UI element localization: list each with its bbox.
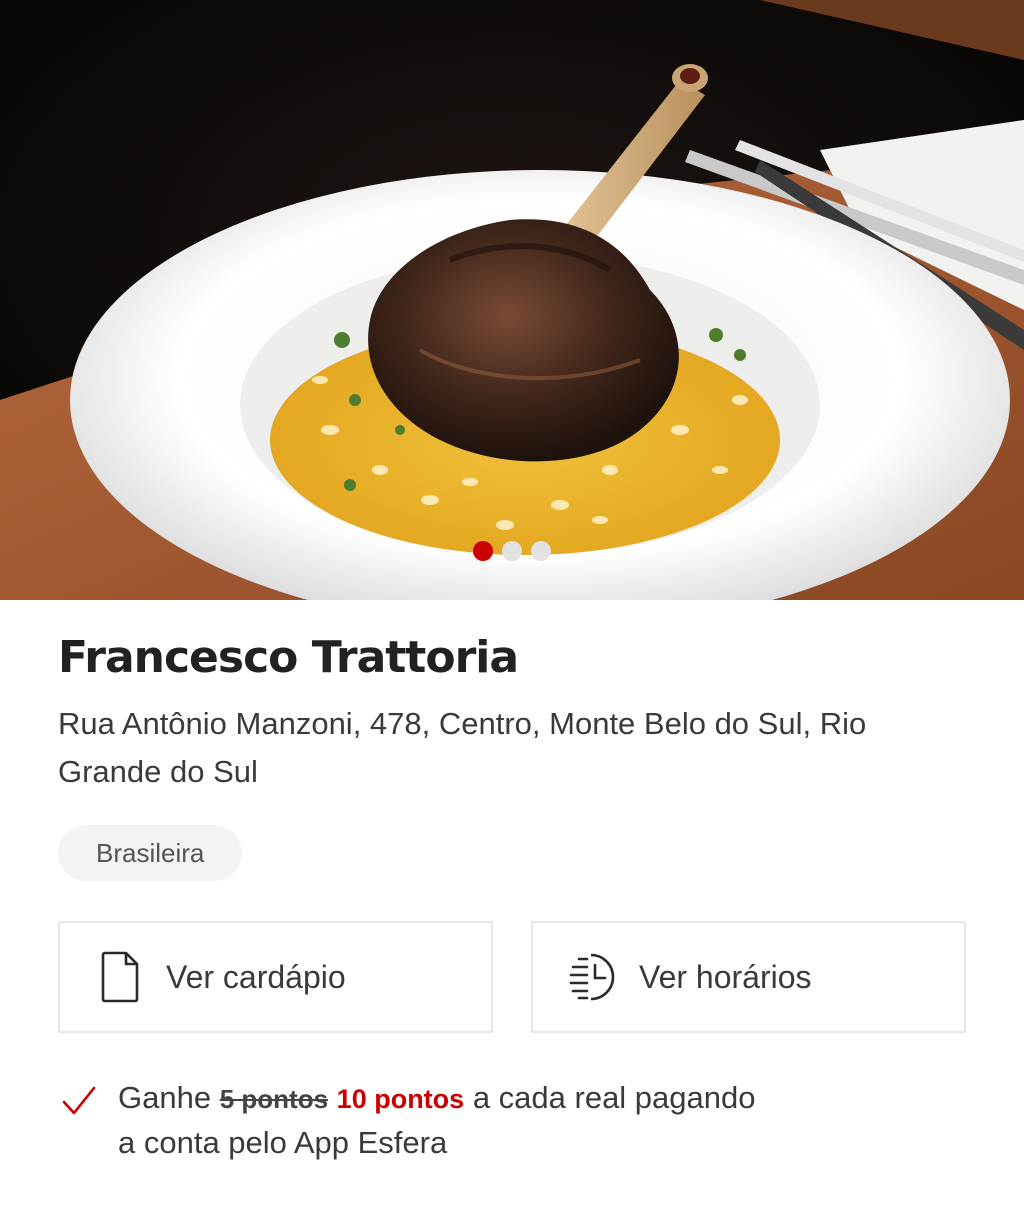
cuisine-tag-label: Brasileira	[96, 837, 205, 868]
carousel-dot-2[interactable]	[502, 541, 522, 561]
view-hours-button[interactable]: Ver horários	[531, 921, 966, 1033]
restaurant-detail-page: Francesco Trattoria Rua Antônio Manzoni,…	[0, 0, 1024, 1216]
dish-photo	[0, 0, 1024, 600]
document-icon	[94, 949, 146, 1005]
carousel-indicators	[0, 541, 1024, 561]
view-menu-label: Ver cardápio	[166, 958, 346, 995]
view-menu-button[interactable]: Ver cardápio	[58, 921, 493, 1033]
clock-schedule-icon	[567, 949, 619, 1005]
carousel-dot-3[interactable]	[531, 541, 551, 561]
reward-prefix: Ganhe	[118, 1080, 212, 1115]
points-reward-text: Ganhe 5 pontos 10 pontos a cada real pag…	[118, 1076, 758, 1165]
cuisine-tag: Brasileira	[58, 825, 243, 881]
restaurant-address: Rua Antônio Manzoni, 478, Centro, Monte …	[58, 706, 867, 789]
view-hours-label: Ver horários	[639, 958, 812, 995]
hero-image-carousel[interactable]	[0, 0, 1024, 600]
check-icon	[62, 1086, 96, 1121]
restaurant-name: Francesco Trattoria	[58, 632, 519, 683]
carousel-dot-1[interactable]	[473, 541, 493, 561]
old-points: 5 pontos	[219, 1084, 329, 1114]
new-points: 10 pontos	[336, 1084, 465, 1114]
